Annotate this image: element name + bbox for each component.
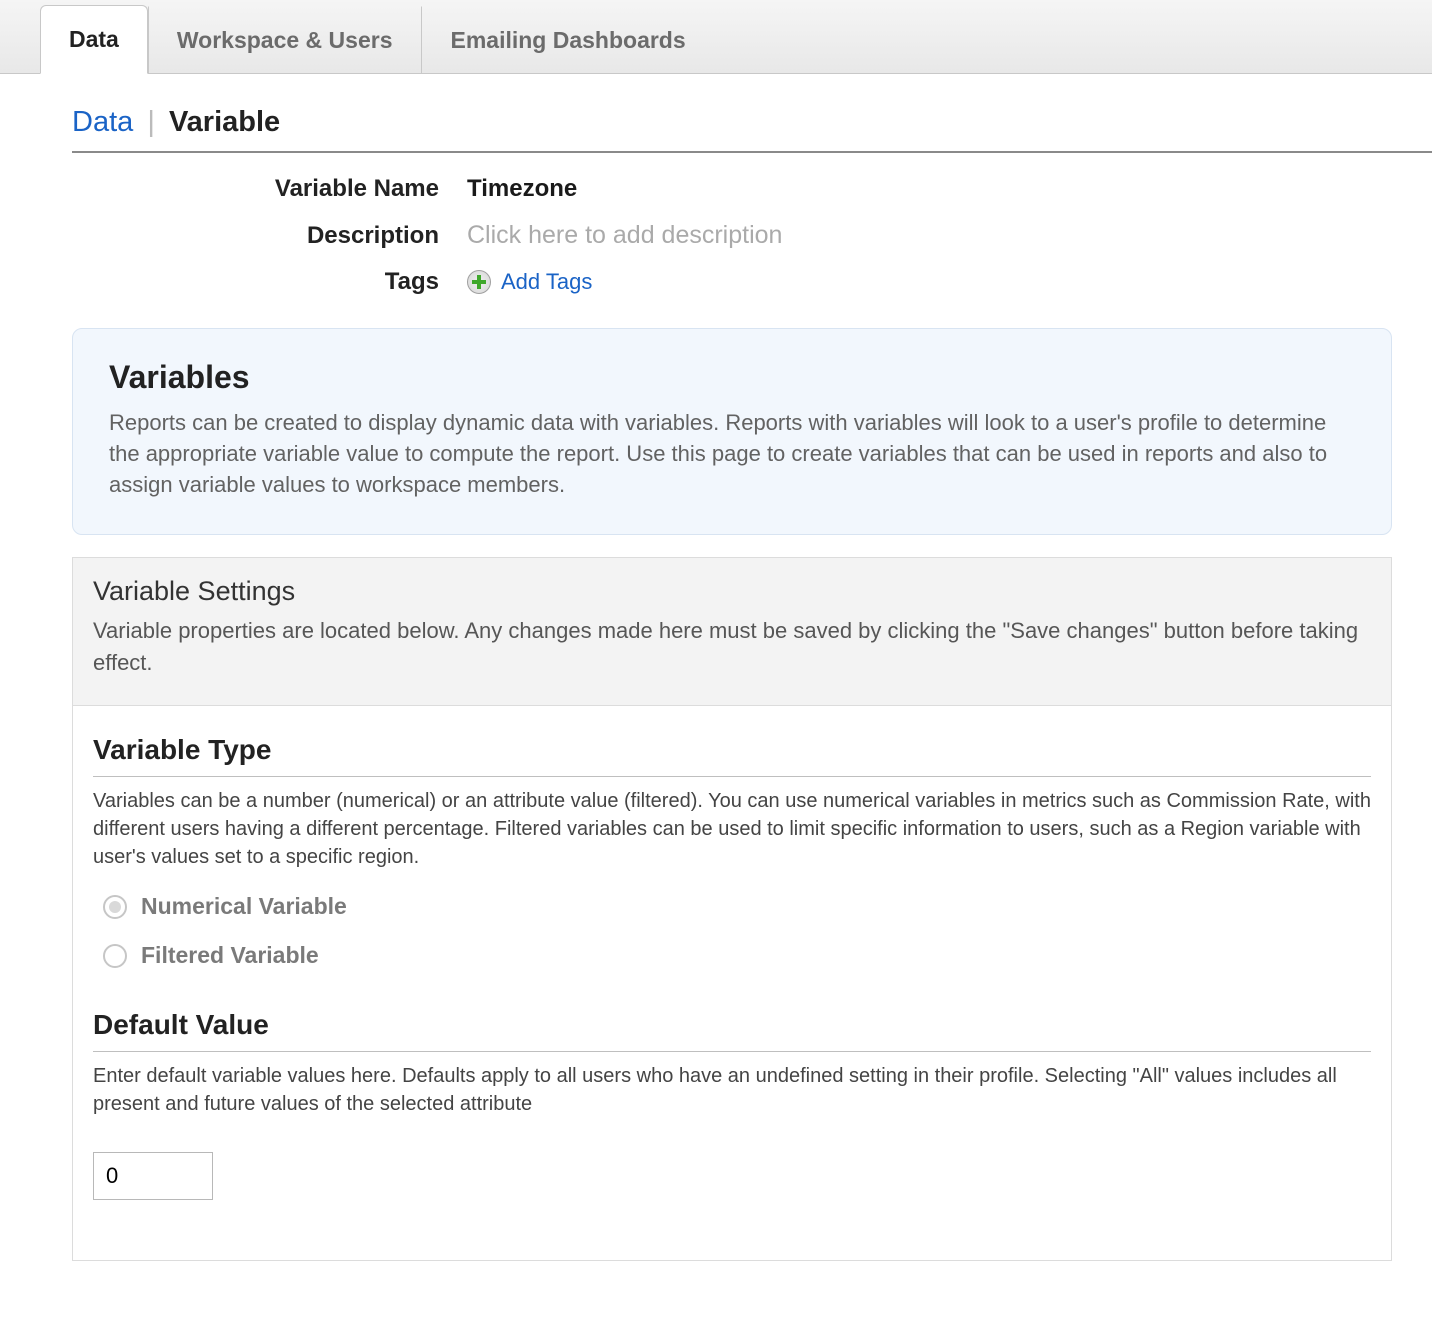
add-tags-button[interactable]: Add Tags — [467, 269, 592, 295]
tab-bar: Data Workspace & Users Emailing Dashboar… — [0, 0, 1432, 74]
default-value-title: Default Value — [93, 1009, 1371, 1052]
breadcrumb-current: Variable — [169, 106, 280, 138]
breadcrumb: Data | Variable — [72, 94, 1432, 153]
variables-intro-box: Variables Reports can be created to disp… — [72, 328, 1392, 535]
variable-type-section: Variable Type Variables can be a number … — [93, 734, 1371, 969]
default-value-section: Default Value Enter default variable val… — [93, 1009, 1371, 1200]
radio-filtered-label: Filtered Variable — [141, 942, 319, 969]
default-value-body: Enter default variable values here. Defa… — [93, 1062, 1371, 1118]
variable-settings-title: Variable Settings — [93, 576, 1371, 607]
variable-settings-body: Variable properties are located below. A… — [93, 615, 1371, 679]
variable-type-body: Variables can be a number (numerical) or… — [93, 787, 1371, 871]
tab-workspace-users[interactable]: Workspace & Users — [148, 6, 422, 74]
add-tags-label: Add Tags — [501, 269, 592, 295]
radio-numerical-label: Numerical Variable — [141, 893, 347, 920]
radio-filtered[interactable]: Filtered Variable — [103, 942, 1371, 969]
tab-emailing-dashboards[interactable]: Emailing Dashboards — [421, 6, 714, 74]
description-input[interactable]: Click here to add description — [467, 221, 782, 250]
add-icon — [467, 270, 491, 294]
default-value-input[interactable] — [93, 1152, 213, 1200]
label-variable-name: Variable Name — [72, 175, 467, 203]
radio-numerical-indicator — [103, 895, 127, 919]
breadcrumb-sep: | — [147, 106, 155, 138]
breadcrumb-link-data[interactable]: Data — [72, 106, 133, 138]
label-tags: Tags — [72, 268, 467, 296]
radio-numerical[interactable]: Numerical Variable — [103, 893, 1371, 920]
variables-intro-title: Variables — [109, 359, 1355, 396]
variables-intro-body: Reports can be created to display dynami… — [109, 408, 1355, 500]
tab-data[interactable]: Data — [40, 5, 148, 74]
label-description: Description — [72, 222, 467, 250]
variable-settings-box: Variable Settings Variable properties ar… — [72, 557, 1392, 706]
variable-type-title: Variable Type — [93, 734, 1371, 777]
value-variable-name[interactable]: Timezone — [467, 175, 577, 203]
radio-filtered-indicator — [103, 944, 127, 968]
